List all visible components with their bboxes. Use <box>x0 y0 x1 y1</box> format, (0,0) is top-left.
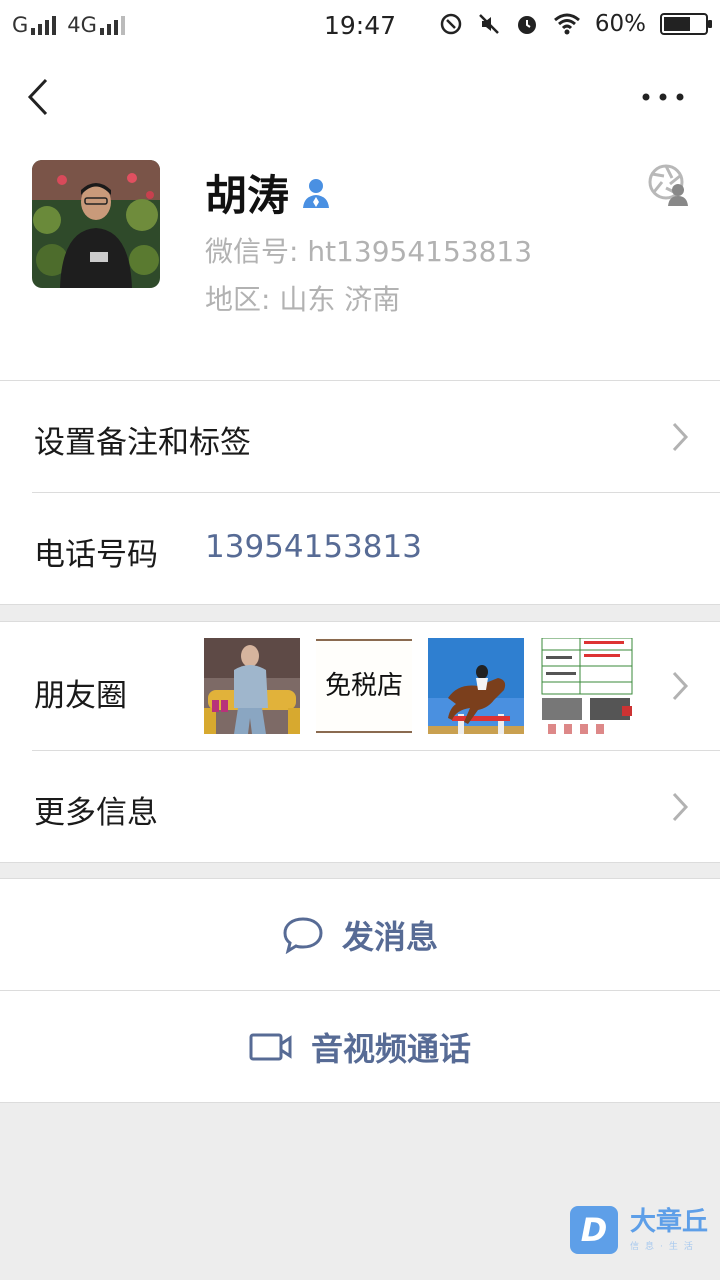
phone-row: 电话号码 13954153813 <box>0 493 720 604</box>
watermark: D 大章丘 信息·生活 <box>570 1206 708 1254</box>
watermark-subtext: 信息·生活 <box>630 1241 699 1252</box>
info-group: 设置备注和标签 电话号码 13954153813 <box>0 381 720 604</box>
moment-thumb <box>540 638 636 734</box>
remark-label: 设置备注和标签 <box>34 425 251 461</box>
name-row: 胡涛 <box>205 162 333 223</box>
contact-name: 胡涛 <box>205 171 290 220</box>
moments-group: 朋友圈 免税店 更多信息 <box>0 622 720 862</box>
profile-card: 胡涛 微信号: ht13954153813 地区: 山东 济南 <box>0 142 720 380</box>
send-message-label: 发消息 <box>341 917 438 956</box>
wechat-id: 微信号: ht13954153813 <box>205 235 533 268</box>
male-icon <box>303 178 330 208</box>
video-call-label: 音视频通话 <box>310 1029 471 1068</box>
chat-bubble-icon <box>283 916 323 954</box>
back-chevron-icon[interactable] <box>22 76 58 118</box>
moment-thumb: 免税店 <box>316 638 412 734</box>
more-info-row[interactable]: 更多信息 <box>0 751 720 862</box>
battery-percent: 60% <box>594 11 646 37</box>
video-camera-icon <box>249 1033 292 1060</box>
divider <box>0 1102 720 1103</box>
nav-bar <box>0 52 720 142</box>
moment-thumb <box>204 638 300 734</box>
duty-free-text: 免税店 <box>325 671 403 701</box>
moments-thumbnails: 免税店 <box>204 638 636 734</box>
wifi-icon <box>553 13 580 35</box>
chevron-right-icon <box>672 671 689 701</box>
moment-thumb <box>428 638 524 734</box>
more-dots-icon[interactable] <box>638 82 688 112</box>
alarm-icon <box>517 16 536 34</box>
divider <box>0 862 720 863</box>
remark-row[interactable]: 设置备注和标签 <box>0 381 720 492</box>
phone-number[interactable]: 13954153813 <box>205 529 422 565</box>
send-message-button[interactable]: 发消息 <box>0 879 720 990</box>
avatar[interactable] <box>32 160 160 288</box>
watermark-text: 大章丘 <box>630 1206 709 1237</box>
chevron-right-icon <box>672 422 689 452</box>
battery-icon <box>660 13 712 35</box>
status-bar: G 4G 19:47 60% <box>0 0 720 52</box>
actions-group: 发消息 音视频通话 <box>0 879 720 1102</box>
divider <box>0 604 720 605</box>
nfc-icon <box>440 13 462 35</box>
video-call-button[interactable]: 音视频通话 <box>0 991 720 1102</box>
phone-label: 电话号码 <box>34 537 158 573</box>
chevron-right-icon <box>672 792 689 822</box>
mute-icon <box>478 14 499 34</box>
watermark-logo-icon: D <box>570 1206 618 1254</box>
more-info-label: 更多信息 <box>34 795 158 831</box>
moments-label: 朋友圈 <box>34 678 127 714</box>
status-icons: 60% <box>439 11 712 37</box>
region: 地区: 山东 济南 <box>205 283 401 316</box>
lens-icon[interactable] <box>648 164 690 206</box>
moments-row[interactable]: 朋友圈 免税店 <box>0 622 720 750</box>
